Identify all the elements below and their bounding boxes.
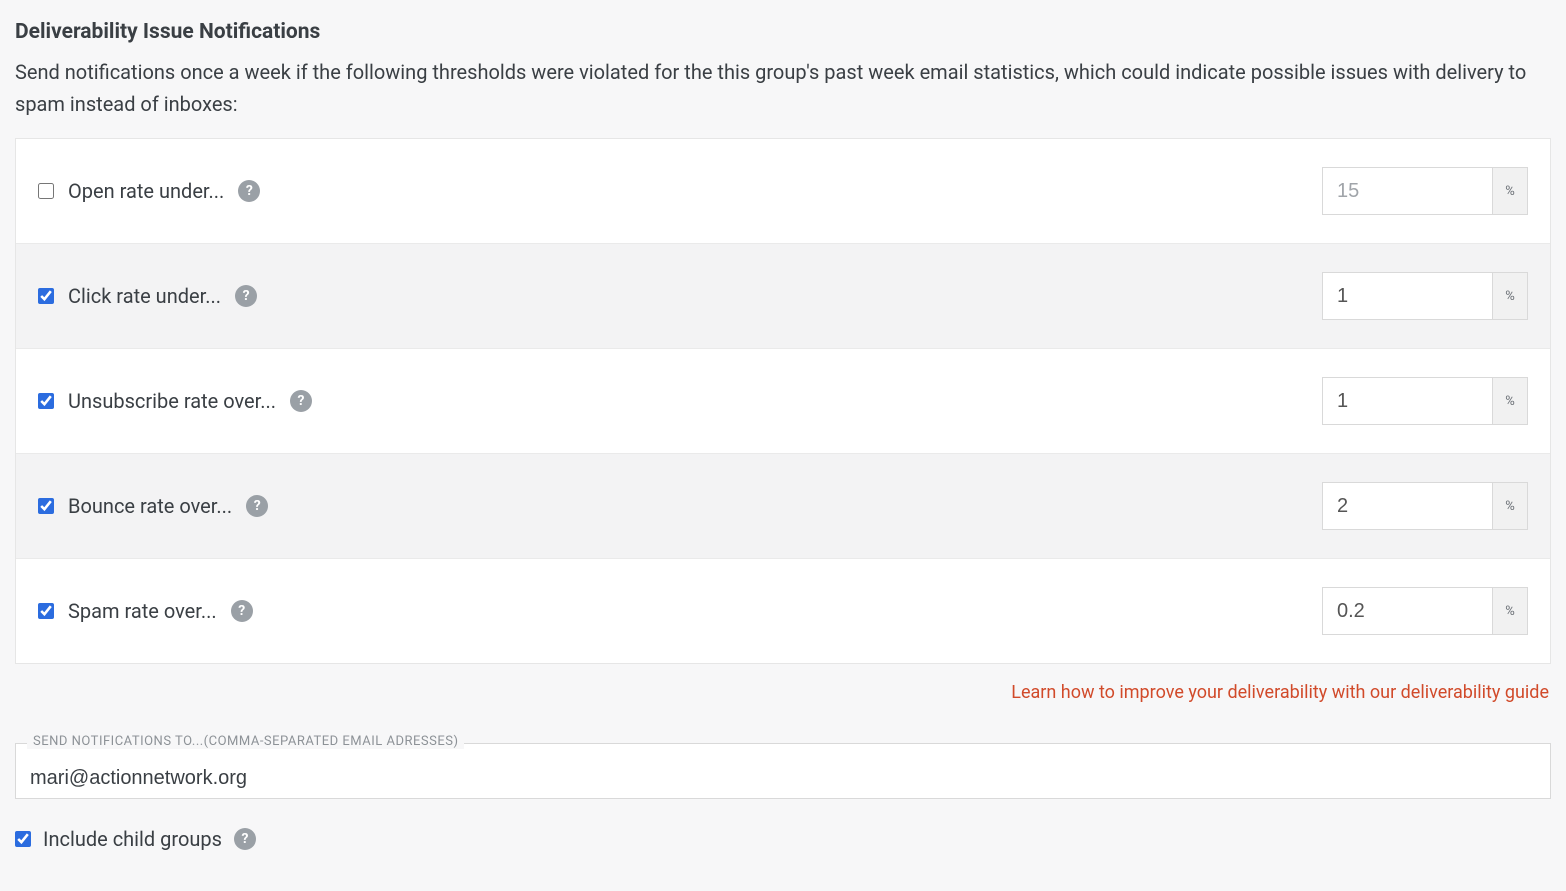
bounce-rate-checkbox[interactable] xyxy=(38,498,54,514)
threshold-row-open-rate: Open rate under... ? % xyxy=(16,139,1550,243)
help-icon[interactable]: ? xyxy=(238,180,260,202)
include-child-groups-label: Include child groups xyxy=(43,827,222,851)
percent-unit: % xyxy=(1492,482,1528,530)
open-rate-checkbox[interactable] xyxy=(38,183,54,199)
unsubscribe-rate-checkbox[interactable] xyxy=(38,393,54,409)
spam-rate-checkbox[interactable] xyxy=(38,603,54,619)
click-rate-label: Click rate under... xyxy=(68,284,221,308)
open-rate-label: Open rate under... xyxy=(68,179,224,203)
unsubscribe-rate-label: Unsubscribe rate over... xyxy=(68,389,276,413)
include-child-groups-checkbox[interactable] xyxy=(15,831,31,847)
click-rate-value-input[interactable] xyxy=(1322,272,1492,320)
include-child-groups-row: Include child groups ? xyxy=(15,827,1551,851)
open-rate-value-input[interactable] xyxy=(1322,167,1492,215)
help-icon[interactable]: ? xyxy=(290,390,312,412)
percent-unit: % xyxy=(1492,167,1528,215)
notification-email-label: SEND NOTIFICATIONS TO...(COMMA-SEPARATED… xyxy=(27,734,464,749)
threshold-row-bounce-rate: Bounce rate over... ? % xyxy=(16,453,1550,558)
help-icon[interactable]: ? xyxy=(235,285,257,307)
threshold-row-click-rate: Click rate under... ? % xyxy=(16,243,1550,348)
click-rate-checkbox[interactable] xyxy=(38,288,54,304)
threshold-row-spam-rate: Spam rate over... ? % xyxy=(16,558,1550,663)
deliverability-guide-link[interactable]: Learn how to improve your deliverability… xyxy=(1011,682,1549,703)
spam-rate-label: Spam rate over... xyxy=(68,599,217,623)
bounce-rate-value-input[interactable] xyxy=(1322,482,1492,530)
bounce-rate-label: Bounce rate over... xyxy=(68,494,232,518)
percent-unit: % xyxy=(1492,587,1528,635)
threshold-table: Open rate under... ? % Click rate under.… xyxy=(15,138,1551,664)
help-icon[interactable]: ? xyxy=(234,828,256,850)
spam-rate-value-input[interactable] xyxy=(1322,587,1492,635)
notification-email-input[interactable] xyxy=(15,743,1551,799)
section-title: Deliverability Issue Notifications xyxy=(15,20,1551,44)
section-description: Send notifications once a week if the fo… xyxy=(15,56,1551,120)
percent-unit: % xyxy=(1492,272,1528,320)
threshold-row-unsubscribe-rate: Unsubscribe rate over... ? % xyxy=(16,348,1550,453)
unsubscribe-rate-value-input[interactable] xyxy=(1322,377,1492,425)
notification-email-field-wrap: SEND NOTIFICATIONS TO...(COMMA-SEPARATED… xyxy=(15,743,1551,799)
help-icon[interactable]: ? xyxy=(246,495,268,517)
help-icon[interactable]: ? xyxy=(231,600,253,622)
percent-unit: % xyxy=(1492,377,1528,425)
